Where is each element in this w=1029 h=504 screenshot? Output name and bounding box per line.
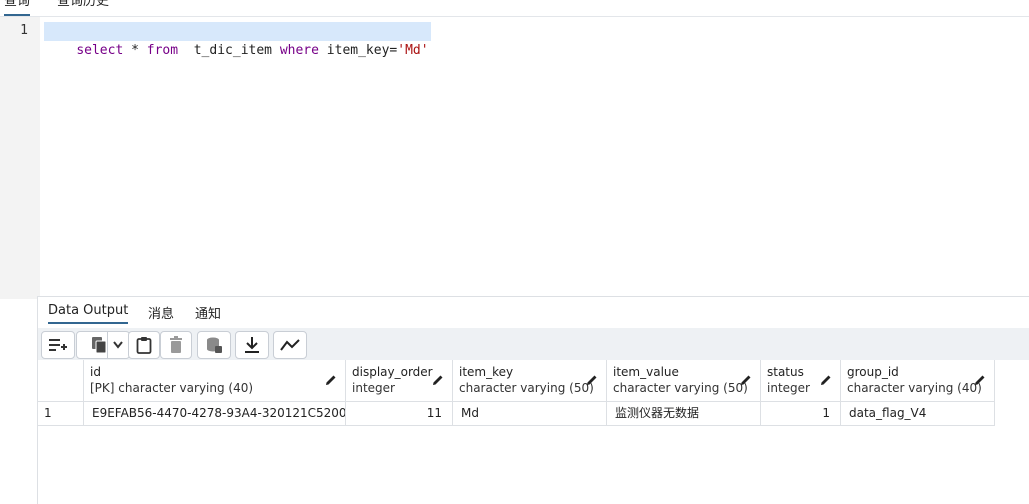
- sql-editor[interactable]: select * from t_dic_item where item_key=…: [40, 17, 1029, 299]
- tab-messages[interactable]: 消息: [148, 303, 174, 322]
- graph-visualiser-button[interactable]: [273, 331, 307, 359]
- delete-icon: [170, 336, 182, 353]
- paste-button[interactable]: [128, 331, 160, 359]
- download-icon: [245, 337, 259, 353]
- graph-visualiser-icon: [280, 339, 300, 351]
- column-type: character varying (50): [613, 381, 748, 395]
- line-number: 1: [20, 23, 28, 38]
- column-type: character varying (40): [847, 381, 982, 395]
- column-header-display-order[interactable]: display_order integer: [346, 360, 453, 402]
- results-panel: Data Output 消息 通知 id [PK] character vary…: [37, 296, 1029, 504]
- sql-table-name: t_dic_item: [178, 43, 280, 58]
- column-header-item-key[interactable]: item_key character varying (50): [453, 360, 607, 402]
- copy-button[interactable]: [76, 331, 130, 359]
- editor-gutter: 1: [0, 17, 40, 299]
- paste-icon: [136, 337, 152, 354]
- edit-pencil-icon[interactable]: [820, 374, 832, 386]
- column-name: display_order: [352, 365, 433, 379]
- tab-data-output[interactable]: Data Output: [48, 303, 129, 324]
- row-number[interactable]: 1: [38, 402, 84, 426]
- column-header-group-id[interactable]: group_id character varying (40): [841, 360, 995, 402]
- add-row-button[interactable]: [41, 331, 75, 359]
- column-type: integer: [352, 381, 395, 395]
- sql-string-literal: 'Md': [397, 43, 429, 58]
- tab-query-history[interactable]: 查询历史: [57, 0, 109, 14]
- cell-id[interactable]: E9EFAB56-4470-4278-93A4-320121C52004: [84, 402, 346, 426]
- tab-query[interactable]: 查询: [4, 0, 31, 16]
- column-header-item-value[interactable]: item_value character varying (50): [607, 360, 761, 402]
- edit-pencil-icon[interactable]: [740, 374, 752, 386]
- results-toolbar: [38, 328, 1029, 360]
- cell-status[interactable]: 1: [761, 402, 841, 426]
- column-type: character varying (50): [459, 381, 594, 395]
- download-button[interactable]: [235, 331, 269, 359]
- column-name: group_id: [847, 365, 899, 379]
- sql-token: *: [123, 43, 147, 58]
- sql-keyword-where: where: [279, 43, 319, 58]
- query-tabs: 查询 查询历史: [0, 0, 1029, 17]
- column-name: id: [90, 365, 101, 379]
- column-type: integer: [767, 381, 810, 395]
- column-header-status[interactable]: status integer: [761, 360, 841, 402]
- column-name: item_value: [613, 365, 679, 379]
- delete-button[interactable]: [160, 331, 192, 359]
- sql-code-line[interactable]: select * from t_dic_item where item_key=…: [44, 22, 431, 58]
- edit-pencil-icon[interactable]: [586, 374, 598, 386]
- column-header-id[interactable]: id [PK] character varying (40): [84, 360, 346, 402]
- cell-display-order[interactable]: 11: [346, 402, 453, 426]
- add-row-icon: [49, 339, 67, 351]
- cell-group-id[interactable]: data_flag_V4: [841, 402, 995, 426]
- results-tabs: Data Output 消息 通知: [38, 297, 1029, 329]
- cell-item-key[interactable]: Md: [453, 402, 607, 426]
- column-name: item_key: [459, 365, 514, 379]
- column-type: [PK] character varying (40): [90, 381, 254, 395]
- edit-pencil-icon[interactable]: [325, 374, 337, 386]
- save-data-icon: [207, 337, 222, 353]
- row-number-header: [38, 360, 84, 402]
- save-data-button[interactable]: [197, 331, 231, 359]
- cell-item-value[interactable]: 监测仪器无数据: [607, 402, 761, 426]
- column-name: status: [767, 365, 804, 379]
- sql-keyword-select: select: [76, 43, 124, 58]
- copy-icon: [92, 337, 107, 354]
- sql-condition: item_key=: [318, 43, 398, 58]
- sql-keyword-from: from: [146, 43, 179, 58]
- tab-notifications[interactable]: 通知: [195, 303, 221, 322]
- chevron-down-icon[interactable]: [113, 341, 123, 349]
- edit-pencil-icon[interactable]: [974, 374, 986, 386]
- edit-pencil-icon[interactable]: [432, 374, 444, 386]
